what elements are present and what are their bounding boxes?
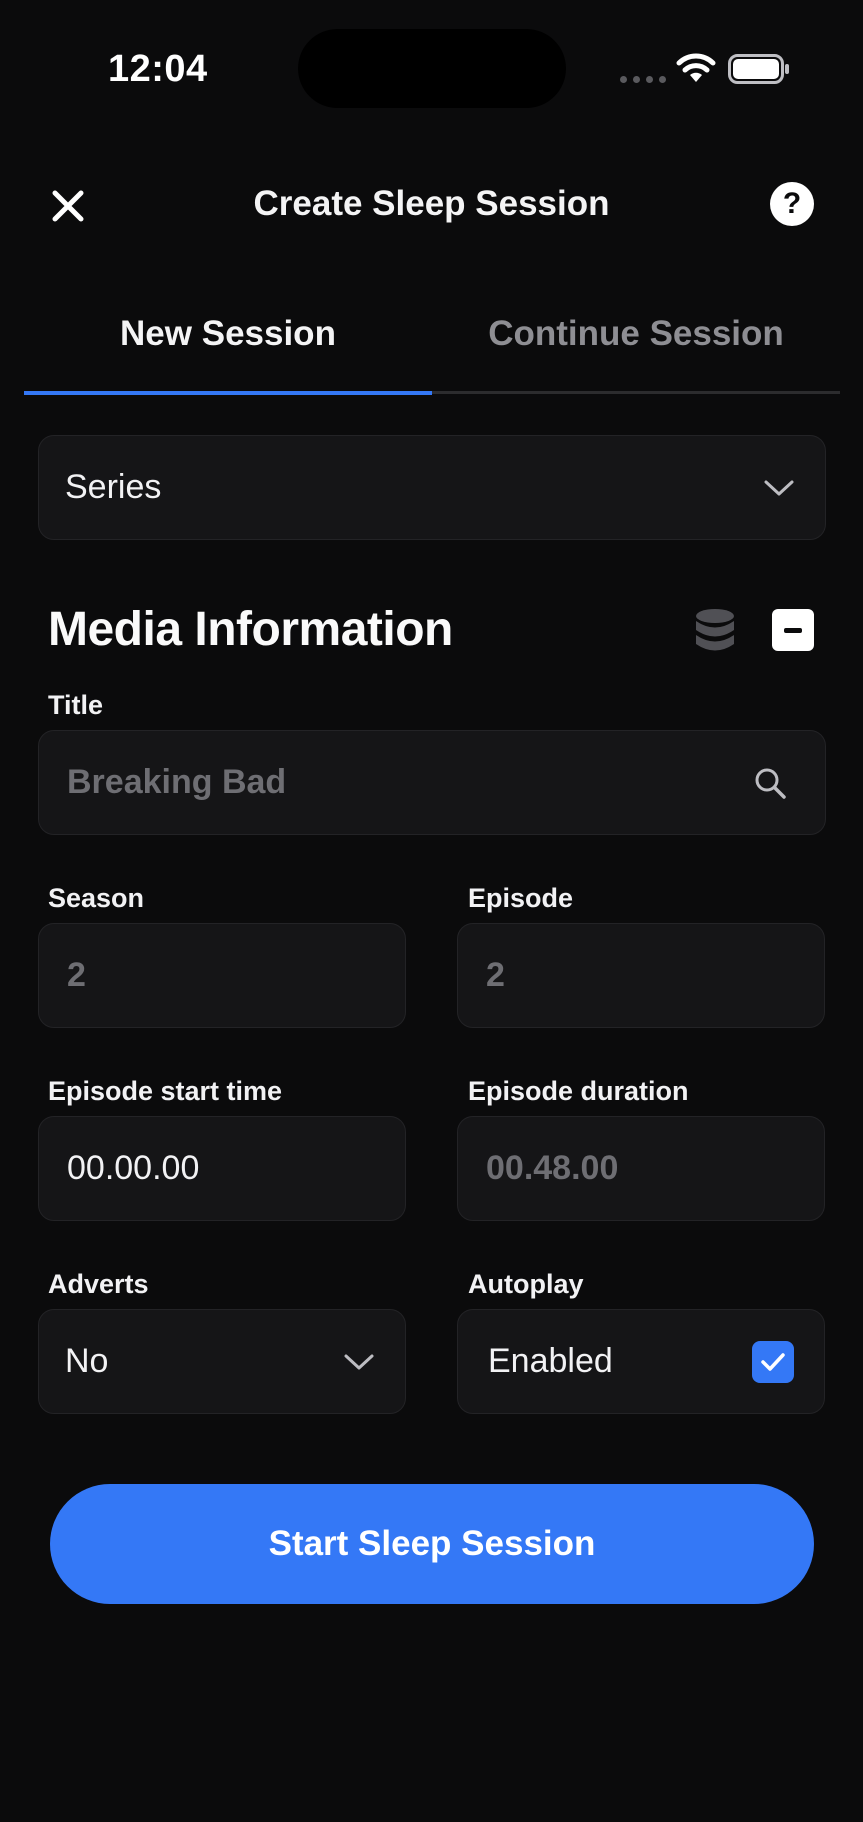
tab-new-session[interactable]: New Session (24, 314, 432, 354)
database-icon[interactable] (694, 608, 736, 654)
autoplay-field: Enabled (457, 1309, 825, 1414)
autoplay-label: Autoplay (468, 1269, 584, 1299)
tab-continue-session[interactable]: Continue Session (432, 314, 840, 354)
duration-placeholder: 00.48.00 (486, 1149, 619, 1187)
search-icon[interactable] (753, 766, 787, 800)
media-type-select[interactable]: Series (38, 435, 826, 540)
checkmark-icon (761, 1352, 785, 1371)
cellular-signal-icon (620, 76, 666, 83)
adverts-label: Adverts (48, 1269, 149, 1299)
title-placeholder: Breaking Bad (67, 763, 287, 801)
status-time: 12:04 (108, 48, 208, 90)
help-button[interactable]: ? (770, 182, 814, 226)
minus-icon (784, 627, 802, 633)
title-search-input[interactable]: Breaking Bad (38, 730, 826, 835)
chevron-down-icon (764, 480, 794, 495)
autoplay-checkbox[interactable] (752, 1340, 794, 1383)
page-title: Create Sleep Session (253, 184, 610, 223)
battery-icon (728, 54, 789, 84)
episode-placeholder: 2 (486, 956, 505, 994)
create-sleep-session-screen: 12:04 Create Sleep Session ? New Session… (0, 0, 863, 1822)
dynamic-island (298, 29, 566, 108)
collapse-section-button[interactable] (772, 609, 814, 651)
wifi-icon (676, 53, 716, 82)
start-time-input[interactable]: 00.00.00 (38, 1116, 406, 1221)
start-time-label: Episode start time (48, 1076, 283, 1106)
adverts-value: No (65, 1342, 109, 1380)
chevron-down-icon (344, 1354, 374, 1369)
duration-label: Episode duration (468, 1076, 689, 1106)
section-heading: Media Information (48, 603, 453, 656)
duration-input[interactable]: 00.48.00 (457, 1116, 825, 1221)
episode-input[interactable]: 2 (457, 923, 825, 1028)
title-label: Title (48, 690, 104, 720)
start-time-value: 00.00.00 (67, 1149, 200, 1187)
episode-label: Episode (468, 883, 574, 913)
adverts-select[interactable]: No (38, 1309, 406, 1414)
autoplay-value: Enabled (488, 1342, 613, 1380)
media-type-value: Series (65, 468, 162, 506)
season-placeholder: 2 (67, 956, 86, 994)
start-sleep-session-button[interactable]: Start Sleep Session (50, 1484, 814, 1604)
active-tab-indicator (24, 391, 432, 395)
season-label: Season (48, 883, 145, 913)
help-icon: ? (782, 187, 802, 220)
season-input[interactable]: 2 (38, 923, 406, 1028)
